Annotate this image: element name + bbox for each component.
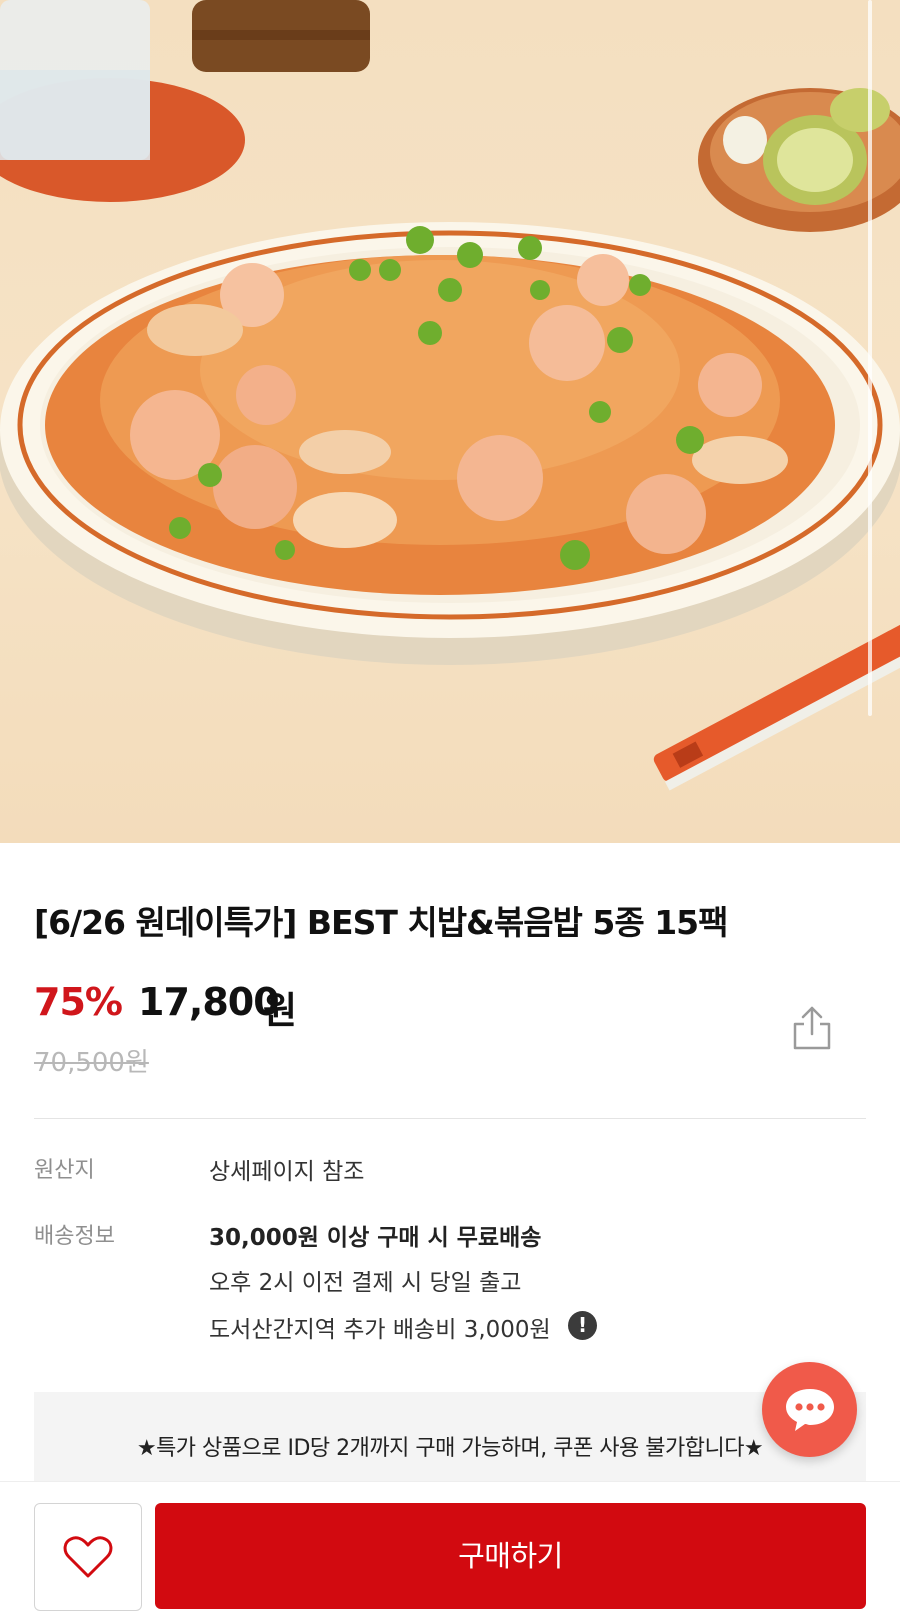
- origin-value: 상세페이지 참조: [209, 1159, 365, 1185]
- fried-rice-photo: [0, 0, 900, 791]
- shipping-label: 배송정보: [34, 1224, 115, 1249]
- shipping-island-fee: 도서산간지역 추가 배송비 3,000원: [209, 1317, 551, 1343]
- chat-button[interactable]: [762, 1362, 857, 1457]
- product-title: [6/26 원데이특가] BEST 치밥&볶음밥 5종 15팩: [34, 903, 729, 942]
- shipping-free-condition: 30,000원 이상 구매 시 무료배송: [209, 1225, 542, 1251]
- sale-price: 17,800: [138, 980, 280, 1024]
- original-price: 70,500원: [34, 1048, 149, 1078]
- notice-box: ★특가 상품으로 ID당 2개까지 구매 가능하며, 쿠폰 사용 불가합니다★: [34, 1392, 866, 1495]
- chat-bubble-icon: [786, 1389, 834, 1431]
- shipping-same-day: 오후 2시 이전 결제 시 당일 출고: [209, 1270, 522, 1296]
- notice-text: ★특가 상품으로 ID당 2개까지 구매 가능하며, 쿠폰 사용 불가합니다★: [136, 1436, 764, 1461]
- share-icon: [793, 1006, 831, 1050]
- image-scroll-indicator: [868, 0, 872, 716]
- exclamation-circle-icon[interactable]: !: [568, 1311, 597, 1340]
- origin-label: 원산지: [34, 1158, 95, 1183]
- discount-rate: 75%: [34, 980, 123, 1024]
- section-divider: [34, 1118, 866, 1119]
- product-hero-image: [0, 0, 900, 843]
- bottom-action-bar: 구매하기: [0, 1481, 900, 1612]
- wishlist-button[interactable]: [34, 1503, 142, 1611]
- heart-outline-icon: [63, 1536, 113, 1578]
- price-unit: 원: [263, 989, 298, 1032]
- share-button[interactable]: [790, 1004, 834, 1052]
- buy-button[interactable]: 구매하기: [155, 1503, 866, 1609]
